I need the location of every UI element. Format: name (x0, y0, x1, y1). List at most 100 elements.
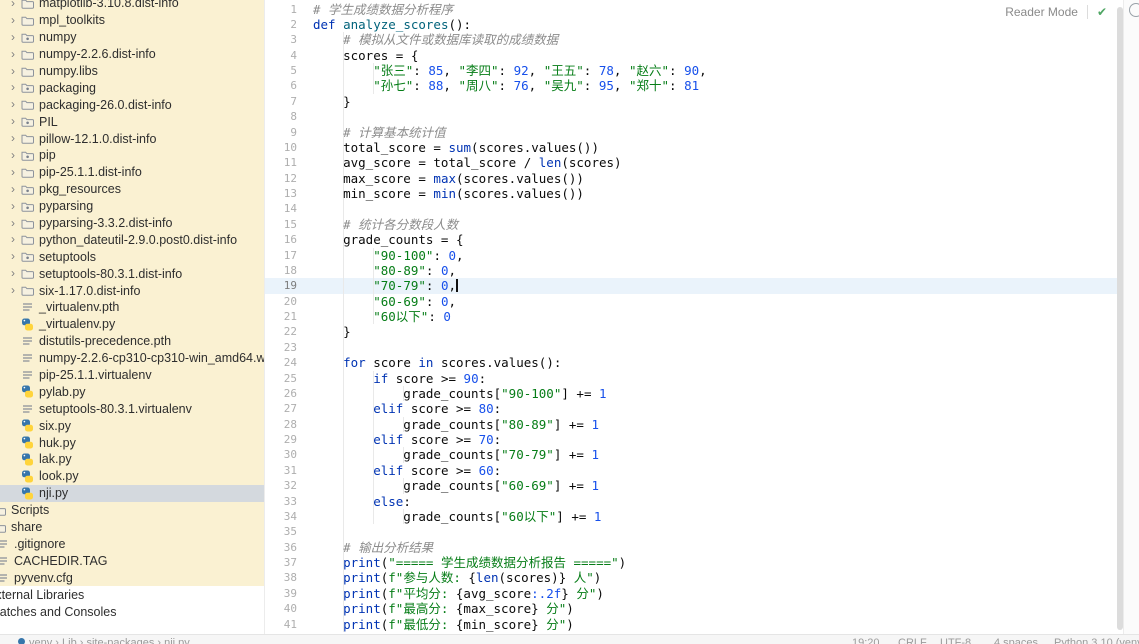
line-number[interactable]: 14 (265, 201, 297, 216)
tree-item[interactable]: numpy-2.2.6-cp310-cp310-win_amd64.whl (0, 350, 264, 367)
line-number[interactable]: 11 (265, 155, 297, 170)
line-number[interactable]: 13 (265, 186, 297, 201)
tree-item[interactable]: look.py (0, 468, 264, 485)
line-number[interactable]: 29 (265, 432, 297, 447)
code-line[interactable]: 34 grade_counts["60以下"] += 1 (265, 509, 1124, 524)
chevron-right-icon[interactable]: › (6, 81, 20, 94)
line-number[interactable]: 20 (265, 294, 297, 309)
chevron-right-icon[interactable]: › (6, 98, 20, 111)
line-number[interactable]: 12 (265, 171, 297, 186)
code-line[interactable]: 41 print(f"最低分: {min_score} 分") (265, 617, 1124, 632)
tree-item[interactable]: ›setuptools-80.3.1.dist-info (0, 265, 264, 282)
line-number[interactable]: 16 (265, 232, 297, 247)
line-number[interactable]: 17 (265, 248, 297, 263)
line-number[interactable]: 41 (265, 617, 297, 632)
code-line[interactable]: 24 for score in scores.values(): (265, 355, 1124, 370)
line-number[interactable]: 8 (265, 109, 297, 124)
line-number[interactable]: 19 (265, 278, 297, 293)
code-line[interactable]: 3 # 模拟从文件或数据库读取的成绩数据 (265, 32, 1124, 47)
chevron-right-icon[interactable]: › (6, 166, 20, 179)
code-line[interactable]: 17 "90-100": 0, (265, 248, 1124, 263)
code-line[interactable]: 15 # 统计各分数段人数 (265, 217, 1124, 232)
line-number[interactable]: 6 (265, 78, 297, 93)
reader-mode-label[interactable]: Reader Mode (1005, 5, 1078, 19)
code-line[interactable]: 4 scores = { (265, 48, 1124, 63)
code-line[interactable]: 39 print(f"平均分: {avg_score:.2f} 分") (265, 586, 1124, 601)
code-editor[interactable]: 1# 学生成绩数据分析程序2def analyze_scores():3 # 模… (264, 0, 1124, 635)
chevron-right-icon[interactable]: › (6, 14, 20, 27)
code-line[interactable]: 38 print(f"参与人数: {len(scores)} 人") (265, 570, 1124, 585)
code-line[interactable]: 26 grade_counts["90-100"] += 1 (265, 386, 1124, 401)
tree-item[interactable]: ›pkg_resources (0, 181, 264, 198)
code-line[interactable]: 30 grade_counts["70-79"] += 1 (265, 447, 1124, 462)
code-line[interactable]: 13 min_score = min(scores.values()) (265, 186, 1124, 201)
line-number[interactable]: 21 (265, 309, 297, 324)
code-line[interactable]: 21 "60以下": 0 (265, 309, 1124, 324)
editor-vertical-scrollbar[interactable] (1117, 7, 1123, 630)
line-number[interactable]: 9 (265, 125, 297, 140)
code-line[interactable]: 40 print(f"最高分: {max_score} 分") (265, 601, 1124, 616)
code-line[interactable]: 32 grade_counts["60-69"] += 1 (265, 478, 1124, 493)
code-line[interactable]: 18 "80-89": 0, (265, 263, 1124, 278)
partial-circle-icon[interactable] (1129, 3, 1139, 17)
chevron-right-icon[interactable]: › (6, 233, 20, 246)
code-line[interactable]: 23 (265, 340, 1124, 355)
code-line[interactable]: 25 if score >= 90: (265, 371, 1124, 386)
tree-item[interactable]: CACHEDIR.TAG (0, 552, 264, 569)
code-line[interactable]: 36 # 输出分析结果 (265, 540, 1124, 555)
code-line[interactable]: 8 (265, 109, 1124, 124)
inspections-ok-check-icon[interactable]: ✔ (1097, 6, 1107, 18)
breadcrumb[interactable]: venv › Lib › site-packages › nji.py (18, 637, 190, 644)
tree-item[interactable]: share (0, 519, 264, 536)
tree-item[interactable]: distutils-precedence.pth (0, 333, 264, 350)
code-line[interactable]: 27 elif score >= 80: (265, 401, 1124, 416)
line-number[interactable]: 7 (265, 94, 297, 109)
line-number[interactable]: 27 (265, 401, 297, 416)
chevron-right-icon[interactable]: › (6, 48, 20, 61)
tree-item[interactable]: six.py (0, 417, 264, 434)
line-number[interactable]: 36 (265, 540, 297, 555)
line-number[interactable]: 15 (265, 217, 297, 232)
tree-item[interactable]: pylab.py (0, 383, 264, 400)
chevron-right-icon[interactable]: › (6, 284, 20, 297)
chevron-right-icon[interactable]: › (6, 115, 20, 128)
tree-item[interactable]: setuptools-80.3.1.virtualenv (0, 400, 264, 417)
tree-item[interactable]: ›pip (0, 147, 264, 164)
line-number[interactable]: 2 (265, 17, 297, 32)
tree-item[interactable]: ›numpy.libs (0, 63, 264, 80)
line-number[interactable]: 40 (265, 601, 297, 616)
tree-item[interactable]: ›PIL (0, 113, 264, 130)
code-line[interactable]: 16 grade_counts = { (265, 232, 1124, 247)
code-line[interactable]: 2def analyze_scores(): (265, 17, 1124, 32)
line-number[interactable]: 1 (265, 2, 297, 17)
chevron-right-icon[interactable]: › (6, 267, 20, 280)
code-line[interactable]: 10 total_score = sum(scores.values()) (265, 140, 1124, 155)
code-line[interactable]: 22 } (265, 324, 1124, 339)
line-number[interactable]: 33 (265, 494, 297, 509)
status-item[interactable]: Python 3.10 (venv) (1054, 637, 1139, 644)
reader-mode-widget[interactable]: Reader Mode ✔ (1000, 2, 1112, 21)
code-line[interactable]: 37 print("===== 学生成绩数据分析报告 =====") (265, 555, 1124, 570)
line-number[interactable]: 10 (265, 140, 297, 155)
chevron-right-icon[interactable]: › (6, 250, 20, 263)
chevron-right-icon[interactable]: › (6, 149, 20, 162)
tree-item[interactable]: _virtualenv.py (0, 316, 264, 333)
line-number[interactable]: 34 (265, 509, 297, 524)
line-number[interactable]: 4 (265, 48, 297, 63)
line-number[interactable]: 24 (265, 355, 297, 370)
code-line[interactable]: 11 avg_score = total_score / len(scores) (265, 155, 1124, 170)
line-number[interactable]: 32 (265, 478, 297, 493)
line-number[interactable]: 35 (265, 524, 297, 539)
tree-item[interactable]: ›pyparsing (0, 198, 264, 215)
line-number[interactable]: 38 (265, 570, 297, 585)
code-line[interactable]: 31 elif score >= 60: (265, 463, 1124, 478)
chevron-right-icon[interactable]: › (6, 0, 20, 10)
status-item[interactable]: 4 spaces (994, 637, 1038, 644)
line-number[interactable]: 23 (265, 340, 297, 355)
tree-item[interactable]: ›six-1.17.0.dist-info (0, 282, 264, 299)
chevron-right-icon[interactable]: › (6, 183, 20, 196)
code-line[interactable]: 33 else: (265, 494, 1124, 509)
code-line[interactable]: 12 max_score = max(scores.values()) (265, 171, 1124, 186)
chevron-right-icon[interactable]: › (6, 65, 20, 78)
code-line[interactable]: 28 grade_counts["80-89"] += 1 (265, 417, 1124, 432)
